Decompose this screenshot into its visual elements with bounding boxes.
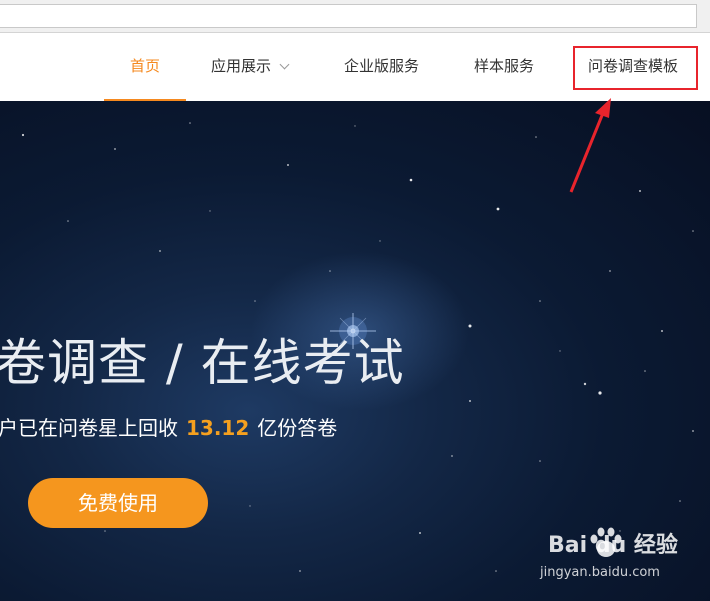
hero-banner: 卷调查 / 在线考试 户已在问卷星上回收 13.12 亿份答卷 免费使用 Bai d… — [0, 101, 710, 601]
hero-subtitle-prefix: 户已在问卷星上回收 — [0, 416, 178, 440]
nav-item-app-showcase[interactable]: 应用展示 — [211, 33, 290, 101]
hero-subtitle: 户已在问卷星上回收 13.12 亿份答卷 — [0, 412, 337, 441]
browser-top-bar — [0, 0, 710, 33]
nav-item-home[interactable]: 首页 — [104, 33, 186, 101]
nav-item-enterprise[interactable]: 企业版服务 — [344, 33, 419, 101]
chevron-down-icon — [279, 59, 290, 70]
annotation-highlight-box — [573, 46, 698, 90]
baidu-jingyan-watermark: Bai du 经验 jingyan.baidu.com — [540, 521, 705, 591]
hero-headline: 卷调查 / 在线考试 — [0, 334, 405, 392]
browser-address-field[interactable] — [0, 4, 697, 28]
hero-answer-count: 13.12 — [186, 416, 250, 440]
nav-item-sample-service[interactable]: 样本服务 — [474, 33, 534, 101]
free-use-button[interactable]: 免费使用 — [28, 478, 208, 528]
hero-subtitle-suffix: 亿份答卷 — [257, 416, 338, 440]
nav-item-label: 企业版服务 — [344, 57, 420, 75]
nav-item-label: 首页 — [129, 57, 160, 75]
watermark-url: jingyan.baidu.com — [540, 565, 660, 580]
watermark-logo-text: Bai du 经验 — [548, 533, 678, 558]
nav-item-label: 应用展示 — [211, 57, 272, 75]
nav-item-label: 样本服务 — [474, 57, 535, 75]
